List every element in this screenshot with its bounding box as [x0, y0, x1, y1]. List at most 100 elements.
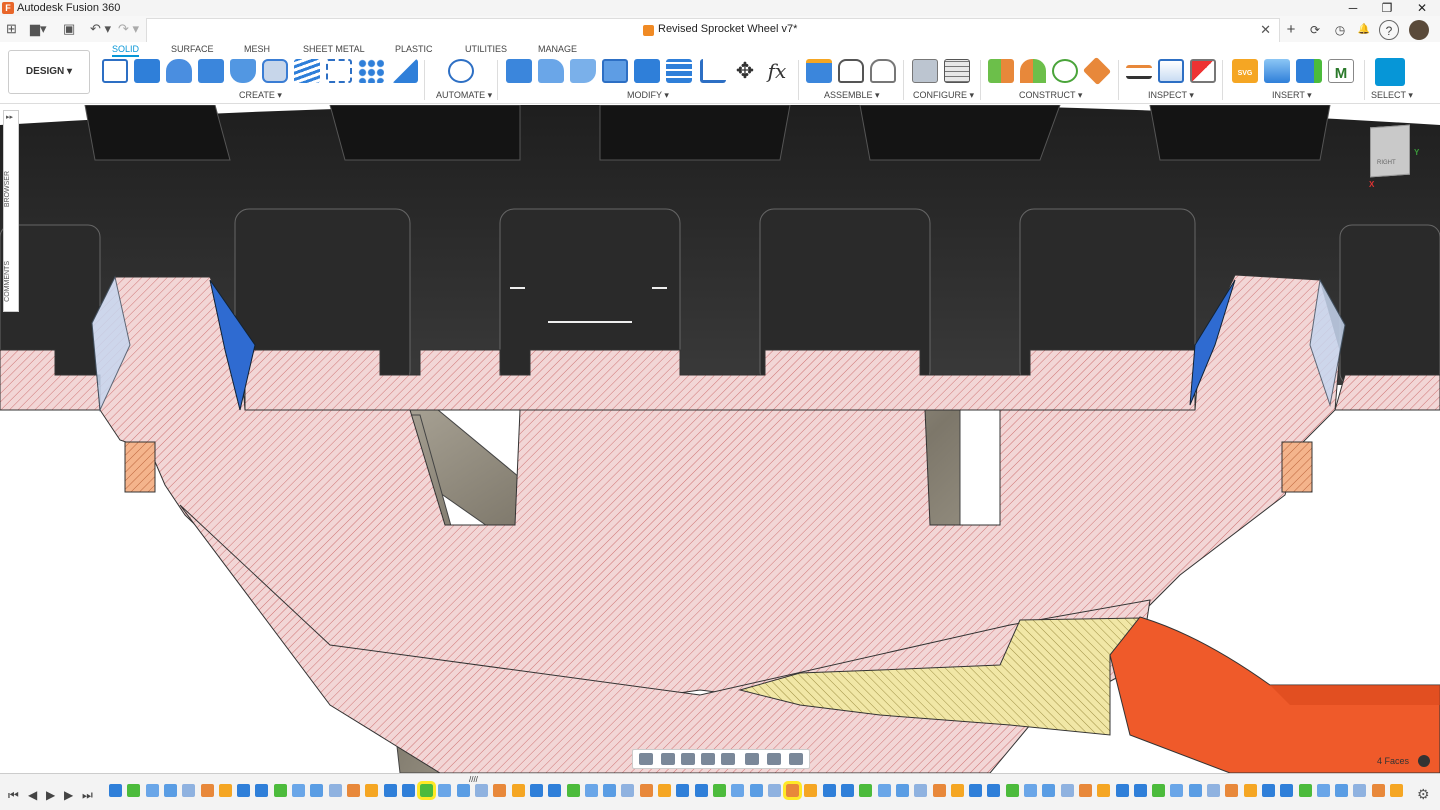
midplane-icon[interactable]: [1082, 56, 1112, 86]
insert-svg-icon[interactable]: SVG: [1232, 59, 1258, 83]
timeline-feature-icon[interactable]: [712, 784, 726, 797]
joint-icon[interactable]: [838, 59, 864, 83]
timeline-feature-icon[interactable]: [1042, 784, 1056, 797]
timeline-feature-icon[interactable]: [145, 784, 159, 797]
timeline-feature-icon[interactable]: [914, 784, 928, 797]
insert-group-label[interactable]: INSERT ▾: [1272, 90, 1312, 101]
timeline-feature-icon[interactable]: [417, 781, 437, 800]
notifications-icon[interactable]: 🔔: [1354, 20, 1374, 40]
browser-comments-panel[interactable]: ▸▸ BROWSER COMMENTS: [3, 110, 19, 312]
timeline-feature-icon[interactable]: [109, 784, 122, 797]
fillet-icon[interactable]: [538, 59, 564, 83]
timeline-next-button[interactable]: ▶: [64, 788, 73, 802]
plane-at-angle-icon[interactable]: [1020, 59, 1046, 83]
timeline-feature-icon[interactable]: [1207, 784, 1220, 797]
interference-icon[interactable]: [1158, 59, 1184, 83]
construct-group-label[interactable]: CONSTRUCT ▾: [1019, 90, 1082, 101]
timeline-feature-icon[interactable]: [163, 784, 177, 797]
workspace-switcher-button[interactable]: DESIGN ▾: [8, 50, 90, 94]
press-pull-icon[interactable]: [506, 59, 532, 83]
new-component-icon[interactable]: [806, 59, 832, 83]
section-analysis-icon[interactable]: [1190, 59, 1216, 83]
insert-mesh-icon[interactable]: M: [1328, 59, 1354, 83]
timeline-feature-icon[interactable]: [1097, 784, 1111, 797]
canvas-icon[interactable]: [1264, 59, 1290, 83]
timeline-feature-icon[interactable]: [218, 784, 232, 797]
as-built-joint-icon[interactable]: [870, 59, 896, 83]
look-at-icon[interactable]: [661, 753, 675, 765]
timeline-feature-icon[interactable]: [1188, 784, 1202, 797]
measure-icon[interactable]: [1126, 65, 1152, 79]
timeline-feature-icon[interactable]: [841, 784, 854, 797]
timeline-feature-icon[interactable]: [1005, 784, 1019, 797]
timeline-last-button[interactable]: ⏭: [82, 788, 93, 803]
comments-panel-tab[interactable]: COMMENTS: [4, 261, 20, 302]
timeline-feature-icon[interactable]: [1024, 784, 1037, 797]
user-avatar[interactable]: [1409, 20, 1429, 40]
canvas-viewport[interactable]: [0, 105, 1440, 773]
timeline-feature-icon[interactable]: [273, 784, 287, 797]
timeline-feature-icon[interactable]: [1078, 784, 1092, 797]
grid-settings-icon[interactable]: [767, 753, 781, 765]
automate-group-label[interactable]: AUTOMATE ▾: [436, 90, 492, 101]
timeline-feature-icon[interactable]: [639, 784, 653, 797]
timeline-feature-icon[interactable]: [383, 784, 397, 797]
configure-group-label[interactable]: CONFIGURE ▾: [913, 90, 974, 101]
timeline-feature-icon[interactable]: [1390, 784, 1403, 797]
timeline-feature-icon[interactable]: [255, 784, 269, 797]
fit-icon[interactable]: [721, 753, 735, 765]
pan-icon[interactable]: [681, 753, 695, 765]
timeline-feature-icon[interactable]: [566, 784, 580, 797]
timeline-feature-icon[interactable]: [584, 784, 598, 797]
tab-sheet-metal[interactable]: SHEET METAL: [303, 44, 365, 54]
minimize-button[interactable]: ─: [1336, 0, 1370, 16]
timeline-feature-icon[interactable]: [511, 784, 525, 797]
offset-plane-icon[interactable]: [988, 59, 1014, 83]
loft-icon[interactable]: [230, 59, 256, 83]
sweep-icon[interactable]: [198, 59, 224, 83]
revolve-icon[interactable]: [166, 59, 192, 83]
modify-group-label[interactable]: MODIFY ▾: [627, 90, 669, 101]
timeline-feature-icon[interactable]: [310, 784, 324, 797]
timeline-feature-icon[interactable]: [767, 784, 781, 797]
hole-icon[interactable]: [262, 59, 288, 83]
timeline-feature-icon[interactable]: [365, 784, 379, 797]
collapse-panel-icon[interactable]: ▸▸: [6, 113, 13, 121]
timeline-feature-icon[interactable]: [438, 784, 452, 797]
timeline-first-button[interactable]: ⏮: [8, 788, 19, 803]
shell-icon[interactable]: [602, 59, 628, 83]
timeline-feature-icon[interactable]: [895, 784, 909, 797]
timeline-feature-icon[interactable]: [548, 784, 562, 797]
timeline-feature-icon[interactable]: [676, 784, 690, 797]
timeline-feature-icon[interactable]: [1243, 784, 1257, 797]
inspect-group-label[interactable]: INSPECT ▾: [1148, 90, 1194, 101]
create-group-label[interactable]: CREATE ▾: [239, 90, 282, 101]
timeline-feature-icon[interactable]: [1152, 784, 1166, 797]
timeline-feature-icon[interactable]: [1371, 784, 1385, 797]
tab-mesh[interactable]: MESH: [244, 44, 270, 54]
assemble-group-label[interactable]: ASSEMBLE ▾: [824, 90, 880, 101]
automate-icon[interactable]: [448, 59, 474, 83]
orbit-icon[interactable]: [639, 753, 653, 765]
timeline-feature-icon[interactable]: [401, 784, 415, 797]
thread-icon[interactable]: [294, 59, 320, 83]
tab-surface[interactable]: SURFACE: [171, 44, 214, 54]
timeline-feature-icon[interactable]: [1115, 784, 1129, 797]
close-tab-button[interactable]: ✕: [1260, 22, 1271, 38]
timeline-feature-icon[interactable]: [182, 784, 196, 797]
data-panel-grid-icon[interactable]: ⊞: [6, 20, 17, 38]
timeline-feature-icon[interactable]: [804, 784, 818, 797]
timeline-feature-icon[interactable]: [127, 784, 141, 797]
timeline-feature-icon[interactable]: [658, 784, 671, 797]
timeline-feature-icon[interactable]: [1335, 784, 1349, 797]
timeline-feature-icon[interactable]: [1060, 784, 1074, 797]
extensions-icon[interactable]: ⟳: [1305, 20, 1325, 40]
split-body-icon[interactable]: [666, 59, 692, 83]
tangent-plane-icon[interactable]: [1052, 59, 1078, 83]
timeline-feature-icon[interactable]: [731, 784, 745, 797]
redo-icon[interactable]: ↷ ▾: [118, 20, 139, 38]
chamfer-icon[interactable]: [570, 59, 596, 83]
timeline-feature-icon[interactable]: [1280, 784, 1294, 797]
timeline-feature-icon[interactable]: [1261, 784, 1275, 797]
tab-manage[interactable]: MANAGE: [538, 44, 577, 54]
